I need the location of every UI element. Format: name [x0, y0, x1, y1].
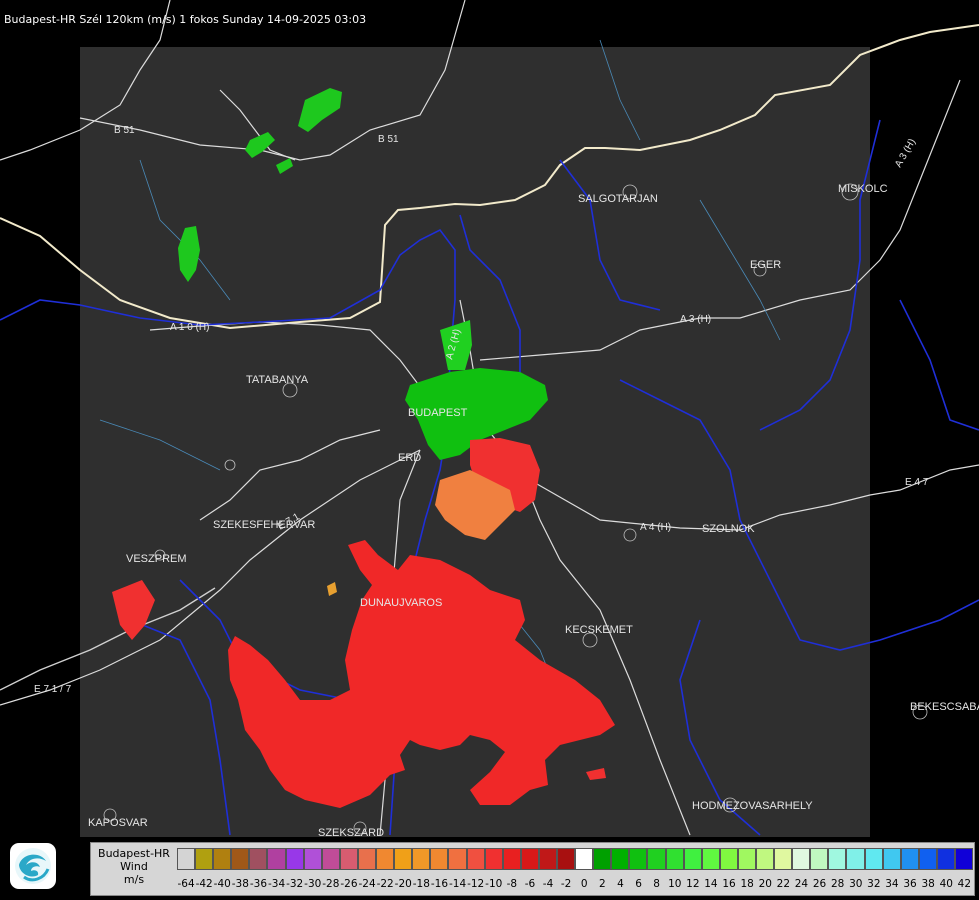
legend-swatch — [249, 848, 268, 870]
legend-swatch — [213, 848, 232, 870]
legend-swatch — [448, 848, 467, 870]
wind-legend: Budapest-HR Wind m/s -64 -42 -40 -38 -36 -34-… — [90, 842, 975, 896]
legend-swatch — [665, 848, 684, 870]
radar-map[interactable]: SALGOTARJAN MISKOLC EGER TATABANYA BUDAP… — [0, 0, 979, 900]
city-label-dunaujvaros: DUNAUJVAROS — [360, 597, 442, 609]
legend-swatch — [267, 848, 286, 870]
legend-swatch — [955, 848, 974, 870]
legend-swatch — [376, 848, 395, 870]
road-label-e71-west: E 7 1 / 7 — [34, 684, 72, 695]
city-label-salgotarjan: SALGOTARJAN — [578, 193, 658, 205]
met-service-logo — [10, 843, 56, 889]
legend-swatch — [177, 848, 196, 870]
legend-swatch — [394, 848, 413, 870]
city-label-veszprem: VESZPREM — [126, 553, 187, 565]
map-title: Budapest-HR Szél 120km (m/s) 1 fokos Sun… — [4, 13, 367, 26]
legend-title-unit: m/s — [123, 873, 145, 886]
legend-swatch — [231, 848, 250, 870]
city-label-szolnok: SZOLNOK — [702, 523, 755, 535]
legend-swatch — [556, 848, 576, 870]
road-label-a3-east: A 3 (H) — [893, 137, 918, 169]
legend-swatch — [593, 848, 612, 870]
road-label-b51-east: B 51 — [378, 134, 399, 145]
legend-swatch — [321, 848, 340, 870]
legend-swatch — [412, 848, 431, 870]
city-label-erd: ERD — [398, 452, 421, 464]
legend-swatch — [828, 848, 847, 870]
legend-swatch — [737, 848, 756, 870]
legend-swatch — [882, 848, 901, 870]
legend-swatch — [918, 848, 937, 870]
legend-title: Budapest-HR Wind m/s — [91, 847, 177, 886]
legend-swatch — [719, 848, 738, 870]
road-label-e47: E 4 7 — [905, 477, 929, 488]
road-label-a3: A 3 (H) — [680, 314, 711, 325]
legend-swatch — [611, 848, 630, 870]
legend-color-scale — [177, 848, 974, 872]
city-label-tatabanya: TATABANYA — [246, 374, 309, 386]
legend-swatch — [303, 848, 322, 870]
legend-scale-labels: -64 -42 -40 -38 -36 -34 -32 -30 -28 -26 -24 -22 -20-… — [177, 878, 972, 892]
city-label-eger: EGER — [750, 259, 781, 271]
city-label-kecskemet: KECSKEMET — [565, 624, 633, 636]
legend-swatch — [701, 848, 720, 870]
legend-swatch — [900, 848, 919, 870]
legend-title-product: Wind — [120, 860, 148, 873]
city-label-bekescsaba: BEKESCSABA — [910, 701, 979, 713]
legend-swatch — [502, 848, 521, 870]
legend-swatch — [538, 848, 557, 870]
city-label-szekszard: SZEKSZARD — [318, 827, 384, 839]
legend-swatch — [575, 848, 594, 870]
legend-swatch — [792, 848, 811, 870]
road-label-b51-west: B 51 — [114, 125, 135, 136]
legend-title-radar: Budapest-HR — [98, 847, 170, 860]
legend-swatch — [520, 848, 539, 870]
legend-swatch — [285, 848, 304, 870]
legend-swatch — [195, 848, 214, 870]
legend-scale-label: 42 — [957, 878, 972, 890]
city-label-kaposvar: KAPOSVAR — [88, 817, 148, 829]
legend-swatch — [846, 848, 865, 870]
legend-swatch — [756, 848, 775, 870]
road-label-a4: A 4 (H) — [640, 522, 671, 533]
legend-swatch — [466, 848, 485, 870]
legend-swatch — [864, 848, 883, 870]
legend-swatch — [810, 848, 829, 870]
city-label-hodmezovasarhely: HODMEZOVASARHELY — [692, 800, 813, 812]
city-label-budapest: BUDAPEST — [408, 407, 468, 419]
legend-swatch — [647, 848, 666, 870]
legend-swatch — [430, 848, 449, 870]
road-label-a10: A 1 0 (H) — [170, 322, 209, 333]
legend-swatch — [683, 848, 702, 870]
legend-swatch — [774, 848, 793, 870]
legend-swatch — [339, 848, 358, 870]
legend-swatch — [484, 848, 503, 870]
legend-swatch — [357, 848, 377, 870]
legend-swatch — [629, 848, 648, 870]
city-label-miskolc: MISKOLC — [838, 183, 888, 195]
legend-swatch — [936, 848, 956, 870]
